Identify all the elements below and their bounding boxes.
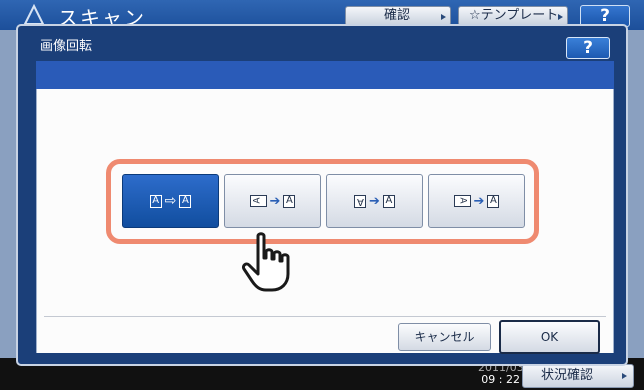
arrow-icon <box>622 373 627 379</box>
arrow-icon: ➔ <box>473 193 485 209</box>
status-label: 状況確認 <box>541 368 594 383</box>
ok-button[interactable]: OK <box>499 320 600 354</box>
arrow-icon: ➔ <box>369 193 380 209</box>
page-icon: A <box>283 194 296 208</box>
template-button[interactable]: ☆テンプレート <box>458 6 568 26</box>
page-rotated-right-icon: A <box>453 195 471 207</box>
arrow-icon: ⇨ <box>164 193 177 209</box>
arrow-icon: ➔ <box>269 193 281 209</box>
rotation-option-right[interactable]: A ➔ A <box>428 174 525 228</box>
page-icon: A <box>149 194 162 208</box>
rotation-option-none[interactable]: A ⇨ A <box>122 174 219 228</box>
rotation-option-left[interactable]: A ➔ A <box>224 174 321 228</box>
dialog-title: 画像回転 <box>40 39 93 54</box>
page-icon: A <box>487 194 500 208</box>
page-upside-down-icon: A <box>354 194 367 208</box>
page-rotated-left-icon: A <box>249 195 267 207</box>
app-left-panel <box>0 30 16 360</box>
page-icon: A <box>179 194 192 208</box>
clock-time: 09 : 22 <box>481 373 520 386</box>
dialog-header-band <box>36 61 614 89</box>
confirm-button[interactable]: 確認 <box>345 6 451 26</box>
hand-pointer-icon <box>242 232 290 292</box>
dialog-help-button[interactable]: ? <box>566 37 610 59</box>
arrow-icon <box>441 14 446 20</box>
app-right-panel <box>628 30 644 360</box>
confirm-label: 確認 <box>384 8 411 23</box>
cancel-button[interactable]: キャンセル <box>398 323 491 351</box>
dialog-divider <box>44 316 606 317</box>
dialog-titlebar <box>20 36 614 60</box>
arrow-icon <box>558 14 563 20</box>
status-button[interactable]: 状況確認 <box>522 364 634 388</box>
page-icon: A <box>382 194 395 208</box>
rotation-option-180[interactable]: A ➔ A <box>326 174 423 228</box>
logo-icon <box>23 4 45 25</box>
template-label: ☆テンプレート <box>469 8 559 23</box>
